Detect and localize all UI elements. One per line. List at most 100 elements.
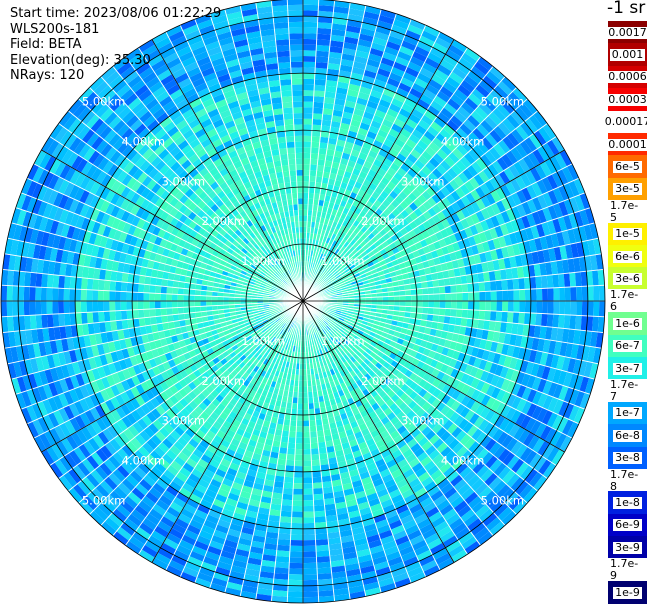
gate-cell (303, 198, 309, 205)
gate-cell (318, 148, 328, 155)
gate-cell (120, 301, 127, 311)
gate-cell (542, 301, 548, 314)
gate-cell (460, 317, 468, 327)
gate-cell (6, 301, 13, 317)
gate-cell (473, 291, 480, 301)
gate-cell (309, 170, 317, 177)
gate-cell (502, 290, 509, 301)
gate-cell (293, 477, 303, 484)
gate-cell (575, 271, 582, 287)
gate-cell (411, 301, 417, 307)
gate-cell (462, 301, 469, 310)
gate-cell (569, 272, 577, 287)
gate-cell (530, 301, 537, 314)
ppi-plot: 1.00km1.00km1.00km1.00km2.00km2.00km2.00… (0, 0, 606, 604)
gate-cell (303, 204, 309, 210)
gate-cell (303, 118, 313, 125)
gate-cell (303, 181, 310, 188)
gate-cell (468, 292, 474, 301)
gate-cell (294, 466, 303, 472)
gate-cell (97, 290, 104, 301)
gate-cell (295, 437, 303, 444)
gate-cell (52, 274, 60, 289)
gate-cell (103, 301, 110, 312)
gate-cell (314, 516, 327, 523)
gate-cell (433, 286, 440, 295)
gate-cell (587, 301, 594, 317)
gate-cell (287, 442, 296, 449)
gate-cell (303, 534, 316, 541)
gate-cell (281, 505, 293, 512)
gate-cell (461, 309, 468, 319)
gate-cell (86, 312, 94, 324)
gate-cell (63, 288, 70, 301)
gate-cell (592, 316, 599, 332)
gate-cell (312, 482, 323, 489)
gate-cell (439, 293, 446, 301)
gate-cell (485, 301, 491, 311)
gate-cell (461, 283, 468, 293)
gate-cell (394, 295, 400, 301)
gate-cell (303, 545, 317, 552)
gate-cell (450, 284, 457, 294)
gate-cell (303, 10, 319, 17)
gate-cell (416, 307, 423, 314)
gate-cell (282, 488, 294, 495)
gate-cell (410, 306, 417, 313)
gate-cell (309, 181, 316, 188)
gate-cell (495, 311, 503, 322)
gate-cell (46, 301, 53, 315)
gate-cell (177, 287, 184, 295)
gate-cell (422, 307, 429, 315)
gate-cell (312, 107, 324, 114)
gate-cell (137, 292, 144, 301)
gate-cell (303, 460, 312, 467)
gate-cell (422, 301, 429, 308)
gate-cell (160, 286, 167, 294)
gate-cell (303, 409, 309, 415)
gate-cell (143, 292, 150, 301)
gate-cell (278, 453, 287, 460)
gate-cell (288, 579, 303, 586)
gate-cell (132, 292, 138, 301)
gate-cell (433, 293, 440, 301)
gate-cell (40, 287, 47, 301)
gate-cell (310, 158, 318, 165)
gate-cell (297, 392, 303, 398)
gate-cell (313, 505, 325, 512)
gate-cell (321, 475, 332, 483)
gate-cell (303, 158, 311, 165)
gate-cell (541, 313, 548, 327)
gate-cell (289, 557, 303, 564)
gate-cell (287, 585, 303, 592)
gate-cell (276, 550, 290, 558)
gate-cell (308, 187, 315, 194)
gate-cell (290, 534, 303, 541)
gate-cell (314, 510, 326, 518)
gate-cell (295, 443, 303, 450)
gate-cell (154, 301, 161, 309)
gate-cell (433, 301, 440, 309)
gate-cell (303, 27, 318, 34)
gate-cell (303, 437, 311, 444)
gate-cell (581, 301, 588, 316)
gate-cell (150, 316, 157, 326)
gate-cell (303, 471, 313, 478)
gate-cell (303, 135, 312, 142)
gate-cell (316, 39, 331, 46)
gate-cell (275, 556, 290, 563)
gate-cell (518, 312, 525, 325)
gate-cell (138, 317, 146, 327)
gate-cell (473, 301, 480, 311)
gate-cell (289, 425, 297, 432)
gate-cell (450, 292, 457, 301)
gate-cell (292, 505, 303, 512)
gate-cell (303, 397, 309, 404)
gate-cell (177, 294, 184, 301)
gate-cell (303, 420, 310, 427)
gate-cell (309, 425, 317, 432)
gate-cell (292, 488, 303, 495)
gate-cell (24, 271, 31, 287)
gate-cell (40, 301, 47, 315)
gate-cell (449, 316, 456, 326)
